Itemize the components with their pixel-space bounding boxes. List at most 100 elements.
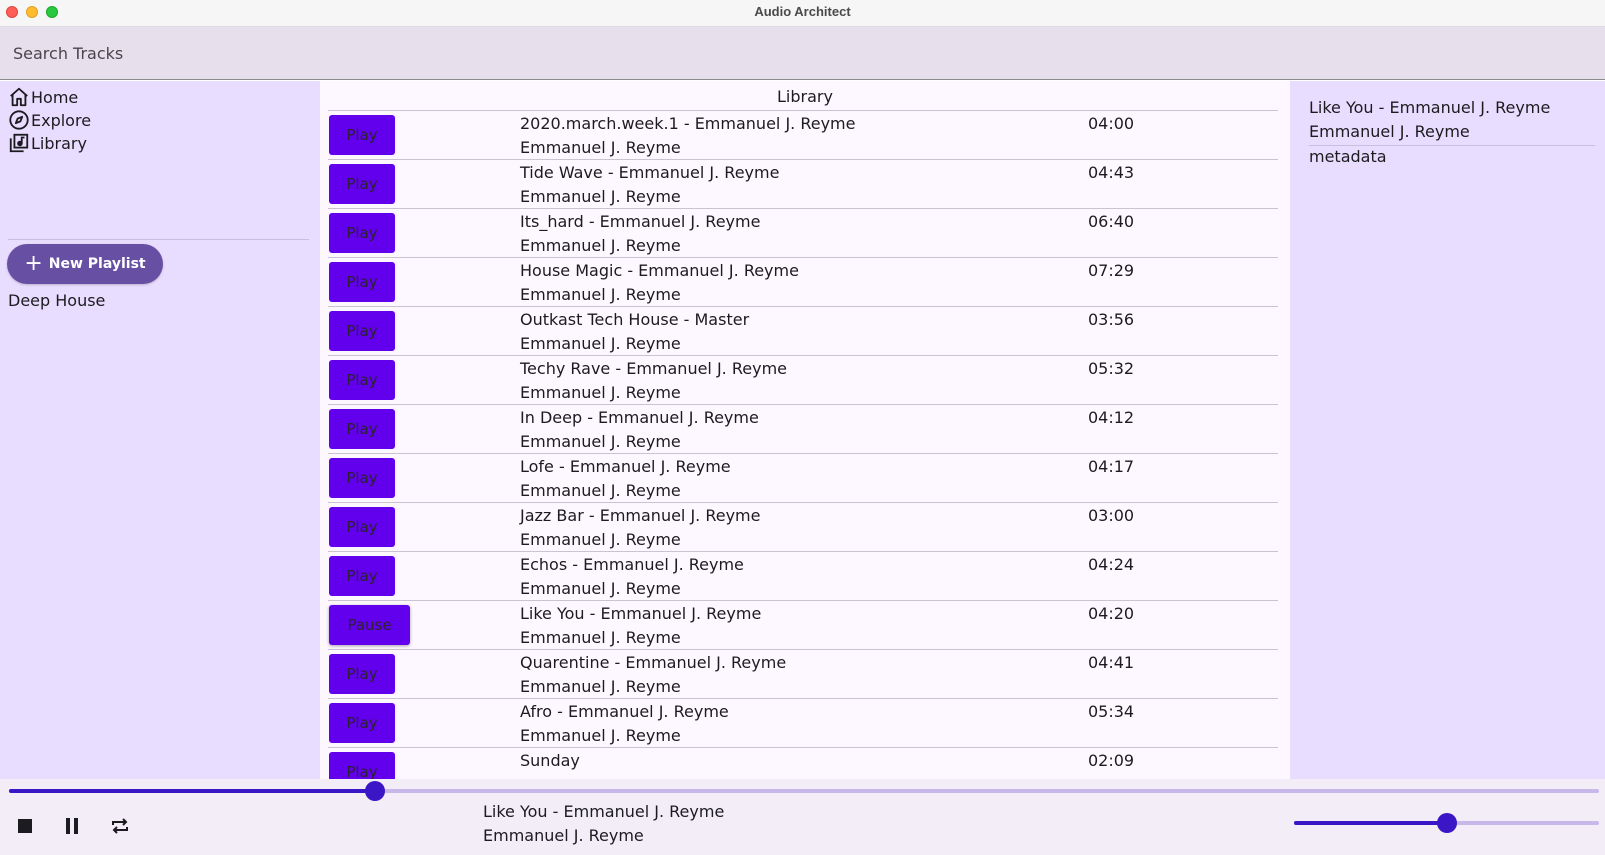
track-row[interactable]: Play Lofe - Emmanuel J. Reyme Emmanuel J. …	[328, 453, 1278, 502]
volume-level	[1294, 821, 1447, 825]
sidebar-divider	[8, 239, 309, 240]
track-title: In Deep - Emmanuel J. Reyme	[520, 408, 759, 427]
library-panel: Library Play 2020.march.week.1 - Emmanuel…	[320, 81, 1290, 779]
compass-icon	[9, 110, 29, 130]
track-duration: 04:17	[1088, 457, 1135, 476]
track-duration: 03:56	[1088, 310, 1135, 329]
track-duration: 06:40	[1088, 212, 1135, 231]
repeat-icon	[112, 818, 128, 834]
detail-track-artist: Emmanuel J. Reyme	[1309, 122, 1470, 141]
volume-slider[interactable]	[1294, 813, 1599, 833]
sidebar-item-library[interactable]: Library	[8, 132, 87, 154]
track-artist: Emmanuel J. Reyme	[520, 383, 681, 402]
track-duration: 04:24	[1088, 555, 1135, 574]
track-artist: Emmanuel J. Reyme	[520, 481, 681, 500]
track-row[interactable]: Play 2020.march.week.1 - Emmanuel J. Reym…	[328, 110, 1278, 159]
track-list[interactable]: Play 2020.march.week.1 - Emmanuel J. Reym…	[320, 110, 1290, 779]
track-title: Outkast Tech House - Master	[520, 310, 750, 329]
track-row[interactable]: Play Tide Wave - Emmanuel J. Reyme Emmanue…	[328, 159, 1278, 208]
seek-thumb[interactable]	[364, 781, 385, 801]
play-track-button[interactable]: Play	[329, 164, 395, 204]
track-row[interactable]: Play Quarentine - Emmanuel J. Reyme Emmanu…	[328, 649, 1278, 698]
pause-button[interactable]	[58, 812, 86, 840]
sidebar-item-explore[interactable]: Explore	[8, 109, 91, 131]
play-track-button[interactable]: Play	[329, 213, 395, 253]
track-artist: Emmanuel J. Reyme	[520, 432, 681, 451]
track-artist: Emmanuel J. Reyme	[520, 579, 681, 598]
track-row[interactable]: Play Jazz Bar - Emmanuel J. Reyme Emmanuel…	[328, 502, 1278, 551]
new-playlist-button[interactable]: + New Playlist	[7, 244, 163, 284]
play-track-button[interactable]: Play	[329, 360, 395, 400]
library-music-icon	[9, 133, 29, 153]
play-track-button[interactable]: Play	[329, 262, 395, 302]
track-row[interactable]: Play House Magic - Emmanuel J. Reyme Emman…	[328, 257, 1278, 306]
track-row[interactable]: Play Its_hard - Emmanuel J. Reyme Emmanuel…	[328, 208, 1278, 257]
new-playlist-label: New Playlist	[48, 256, 146, 272]
play-track-button[interactable]: Play	[329, 115, 395, 155]
track-row[interactable]: Play Techy Rave - Emmanuel J. Reyme Emmanu…	[328, 355, 1278, 404]
track-duration: 02:09	[1088, 751, 1135, 770]
track-row[interactable]: Play In Deep - Emmanuel J. Reyme Emmanuel …	[328, 404, 1278, 453]
play-track-button[interactable]: Play	[329, 458, 395, 498]
track-row[interactable]: Play Afro - Emmanuel J. Reyme Emmanuel J. …	[328, 698, 1278, 747]
track-artist: Emmanuel J. Reyme	[520, 530, 681, 549]
detail-divider	[1309, 145, 1595, 146]
stop-icon	[18, 819, 32, 833]
track-title: Sunday	[520, 751, 580, 770]
stop-button[interactable]	[11, 812, 39, 840]
playlist-item[interactable]: Deep House	[8, 291, 105, 310]
window-title: Audio Architect	[754, 4, 851, 19]
track-artist: Emmanuel J. Reyme	[520, 187, 681, 206]
library-title: Library	[777, 87, 833, 106]
player-bar: Like You - Emmanuel J. Reyme Emmanuel J.…	[0, 779, 1605, 855]
play-track-button[interactable]: Play	[329, 654, 395, 694]
repeat-button[interactable]	[106, 812, 134, 840]
track-artist: Emmanuel J. Reyme	[520, 138, 681, 157]
track-artist: Emmanuel J. Reyme	[520, 628, 681, 647]
seek-slider[interactable]	[9, 781, 1599, 801]
play-track-button[interactable]: Play	[329, 507, 395, 547]
seek-progress	[9, 789, 375, 793]
track-row[interactable]: Play Sunday 02:09	[328, 747, 1278, 779]
play-track-button[interactable]: Play	[329, 409, 395, 449]
track-duration: 04:41	[1088, 653, 1135, 672]
track-row[interactable]: Play Outkast Tech House - Master Emmanuel …	[328, 306, 1278, 355]
track-title: House Magic - Emmanuel J. Reyme	[520, 261, 799, 280]
now-playing-artist: Emmanuel J. Reyme	[483, 826, 644, 845]
search-input[interactable]	[0, 27, 1605, 79]
sidebar-item-label: Home	[31, 87, 79, 107]
play-track-button[interactable]: Play	[329, 703, 395, 743]
pause-icon	[66, 818, 78, 834]
track-duration: 04:00	[1088, 114, 1135, 133]
sidebar: Home Explore Library + New Playlist Deep…	[0, 81, 320, 779]
track-duration: 04:12	[1088, 408, 1135, 427]
title-bar: Audio Architect	[0, 0, 1605, 27]
now-playing-title: Like You - Emmanuel J. Reyme	[483, 802, 725, 821]
play-track-button[interactable]: Play	[329, 556, 395, 596]
track-artist: Emmanuel J. Reyme	[520, 726, 681, 745]
track-artist: Emmanuel J. Reyme	[520, 677, 681, 696]
track-title: Jazz Bar - Emmanuel J. Reyme	[520, 506, 761, 525]
track-duration: 05:34	[1088, 702, 1135, 721]
search-bar	[0, 27, 1605, 80]
detail-track-title: Like You - Emmanuel J. Reyme	[1309, 98, 1551, 117]
volume-thumb[interactable]	[1436, 813, 1457, 833]
track-title: Its_hard - Emmanuel J. Reyme	[520, 212, 761, 231]
sidebar-item-home[interactable]: Home	[8, 86, 78, 108]
track-title: Like You - Emmanuel J. Reyme	[520, 604, 762, 623]
track-title: Tide Wave - Emmanuel J. Reyme	[520, 163, 780, 182]
track-row[interactable]: Play Echos - Emmanuel J. Reyme Emmanuel J.…	[328, 551, 1278, 600]
pause-track-button[interactable]: Pause	[329, 605, 410, 645]
track-duration: 05:32	[1088, 359, 1135, 378]
track-title: Techy Rave - Emmanuel J. Reyme	[520, 359, 787, 378]
track-duration: 04:43	[1088, 163, 1135, 182]
track-title: Echos - Emmanuel J. Reyme	[520, 555, 744, 574]
track-duration: 07:29	[1088, 261, 1135, 280]
plus-icon: +	[24, 251, 43, 276]
play-track-button[interactable]: Play	[329, 752, 395, 779]
track-artist: Emmanuel J. Reyme	[520, 236, 681, 255]
play-track-button[interactable]: Play	[329, 311, 395, 351]
track-row[interactable]: Pause Like You - Emmanuel J. Reyme Emmanue…	[328, 600, 1278, 649]
track-artist: Emmanuel J. Reyme	[520, 285, 681, 304]
track-duration: 03:00	[1088, 506, 1135, 525]
